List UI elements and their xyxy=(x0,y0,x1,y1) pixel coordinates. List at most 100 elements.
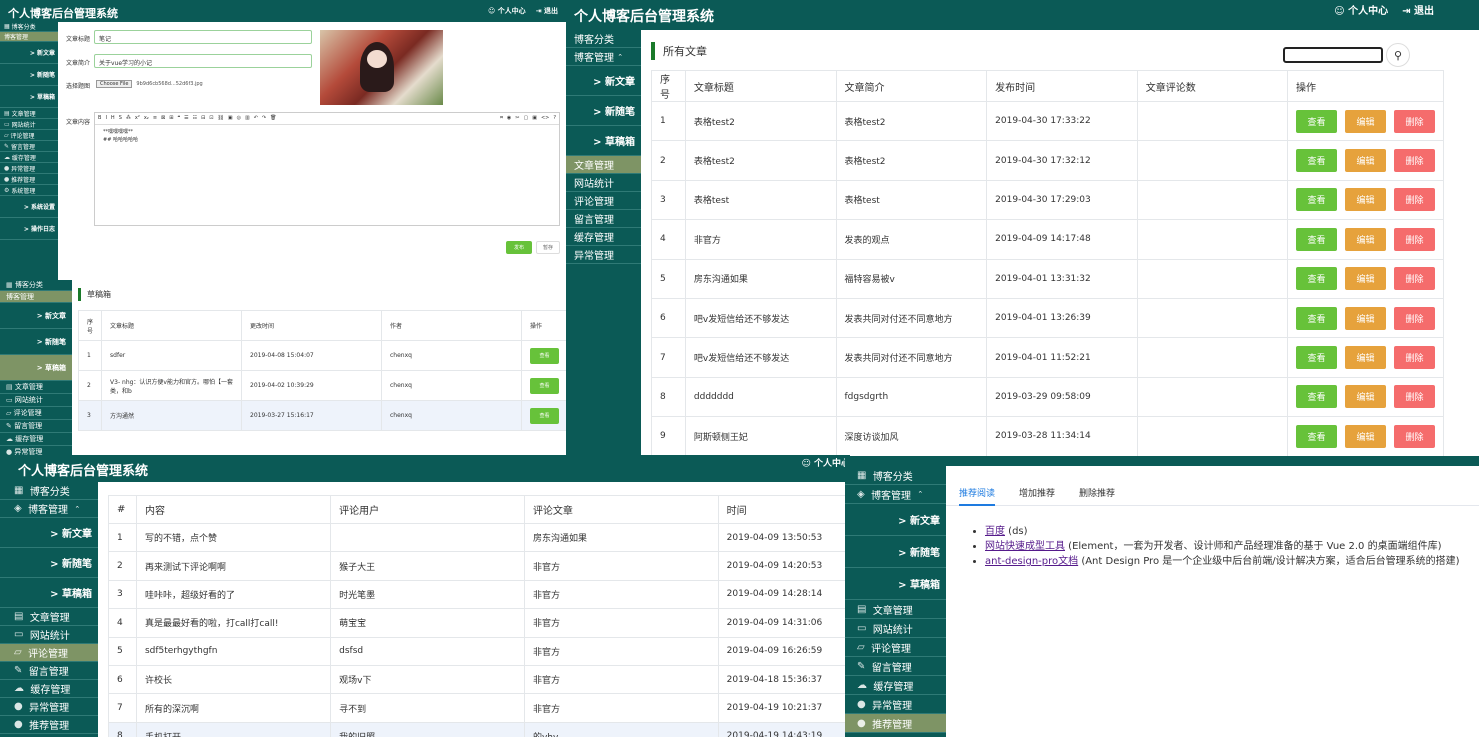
nav-message-manage[interactable]: 留言管理 xyxy=(566,210,641,228)
nav-blog-manage[interactable]: ◈ 博客管理 ⌃ xyxy=(0,500,98,518)
toolbar-button[interactable]: ⌗ xyxy=(500,115,503,122)
nav-cache-manage[interactable]: ☁ 缓存管理 xyxy=(0,433,72,446)
nav-new-note[interactable]: > 新随笔 xyxy=(0,64,58,86)
recommend-link[interactable]: 百度 xyxy=(985,526,1005,537)
view-button[interactable]: 查看 xyxy=(529,377,559,394)
nav-system-settings[interactable]: > 系统设置 xyxy=(0,196,58,218)
nav-message-manage[interactable]: ✎ 留言管理 xyxy=(0,141,58,152)
toolbar-button[interactable]: ▢ xyxy=(523,115,528,122)
publish-button[interactable]: 发布 xyxy=(506,241,532,254)
view-button[interactable]: 查看 xyxy=(529,347,559,364)
delete-button[interactable]: 删除 xyxy=(1393,424,1435,448)
edit-button[interactable]: 编辑 xyxy=(1344,267,1386,291)
delete-button[interactable]: 删除 xyxy=(1393,306,1435,330)
nav-site-stats[interactable]: ▭ 网站统计 xyxy=(0,394,72,407)
toolbar-button[interactable]: ✂ xyxy=(515,115,519,122)
title-input[interactable]: 笔记 xyxy=(94,30,312,44)
toolbar-button[interactable]: ⊡ xyxy=(209,115,213,122)
toolbar-button[interactable]: ⁂ xyxy=(126,115,131,122)
profile-link[interactable]: ☺ 个人中心 xyxy=(801,456,850,469)
nav-new-note[interactable]: > 新随笔 xyxy=(0,548,98,578)
delete-button[interactable]: 删除 xyxy=(1393,385,1435,409)
delete-button[interactable]: 删除 xyxy=(1393,109,1435,133)
nav-message-manage[interactable]: ✎ 留言管理 xyxy=(845,657,946,676)
save-draft-button[interactable]: 暂存 xyxy=(536,241,560,254)
nav-article-manage[interactable]: 文章管理 xyxy=(566,156,641,174)
view-button[interactable]: 查看 xyxy=(529,407,559,424)
nav-blog-category[interactable]: ▦ 博客分类 xyxy=(0,280,72,291)
toolbar-button[interactable]: ⊞ xyxy=(169,115,173,122)
toolbar-button[interactable]: x² xyxy=(135,115,140,122)
nav-drafts[interactable]: > 草稿箱 xyxy=(845,568,946,600)
edit-button[interactable]: 编辑 xyxy=(1344,227,1386,251)
summary-input[interactable]: 关于vue学习的小记 xyxy=(94,54,312,68)
nav-new-note[interactable]: > 新随笔 xyxy=(566,96,641,126)
search-button[interactable]: ⚲ xyxy=(1386,43,1410,67)
tab-recommend-read[interactable]: 推荐阅读 xyxy=(959,480,996,506)
nav-blog-manage[interactable]: 博客管理 xyxy=(0,32,58,42)
edit-button[interactable]: 编辑 xyxy=(1344,149,1386,173)
toolbar-button[interactable]: B xyxy=(98,115,101,122)
profile-link[interactable]: ☺ 个人中心 xyxy=(488,6,526,16)
toolbar-button[interactable]: ≡ xyxy=(153,115,157,122)
edit-button[interactable]: 编辑 xyxy=(1344,188,1386,212)
view-button[interactable]: 查看 xyxy=(1295,149,1337,173)
nav-comment-manage[interactable]: ▱ 评论管理 xyxy=(0,130,58,141)
toolbar-button[interactable]: <> xyxy=(541,115,549,122)
nav-new-article[interactable]: > 新文章 xyxy=(0,42,58,64)
nav-recommend-manage[interactable]: ● 推荐管理 xyxy=(845,714,946,733)
nav-blog-manage[interactable]: ◈ 博客管理 ⌃ xyxy=(845,485,946,504)
toolbar-button[interactable]: ? xyxy=(553,115,556,122)
nav-blog-category[interactable]: ▦ 博客分类 xyxy=(0,482,98,500)
nav-site-stats[interactable]: ▭ 网站统计 xyxy=(0,626,98,644)
nav-exception-manage[interactable]: ● 异常管理 xyxy=(0,446,72,455)
nav-message-manage[interactable]: ✎ 留言管理 xyxy=(0,662,98,680)
nav-operation-log[interactable]: > 操作日志 xyxy=(0,218,58,240)
toolbar-button[interactable]: ▣ xyxy=(532,115,537,122)
nav-cache-manage[interactable]: ☁ 缓存管理 xyxy=(845,676,946,695)
search-input[interactable] xyxy=(1283,47,1383,63)
toolbar-button[interactable]: S xyxy=(119,115,122,122)
nav-blog-category[interactable]: 博客分类 xyxy=(566,30,641,48)
nav-drafts[interactable]: > 草稿箱 xyxy=(0,355,72,381)
toolbar-button[interactable]: ⊟ xyxy=(201,115,205,122)
nav-site-stats[interactable]: ▭ 网站统计 xyxy=(845,619,946,638)
nav-cache-manage[interactable]: ☁ 缓存管理 xyxy=(0,152,58,163)
nav-recommend-manage[interactable]: ● 推荐管理 xyxy=(0,716,98,734)
edit-button[interactable]: 编辑 xyxy=(1344,385,1386,409)
view-button[interactable]: 查看 xyxy=(1295,385,1337,409)
nav-article-manage[interactable]: ▤ 文章管理 xyxy=(845,600,946,619)
view-button[interactable]: 查看 xyxy=(1295,227,1337,251)
nav-blog-manage[interactable]: 博客管理 ⌃ xyxy=(566,48,641,66)
toolbar-button[interactable]: ⛓ xyxy=(218,115,224,122)
nav-comment-manage[interactable]: ▱ 评论管理 xyxy=(0,407,72,420)
markdown-editor[interactable]: B I H S ⁂ x² x₂ ≡ ⊠ ⊞ ❝ ☰ ☷ ⊟ ⊡ ⛓ ▣ ◎ ▥ ↶ ↷ 🗑 ⌗ ◉ ✂ ▢ ▣ <>? **嘿嘿嘿嘿… xyxy=(94,112,560,226)
nav-site-stats[interactable]: 网站统计 xyxy=(566,174,641,192)
logout-link[interactable]: ⇥ 退出 xyxy=(1402,2,1434,17)
toolbar-button[interactable]: ▥ xyxy=(245,115,250,122)
delete-button[interactable]: 删除 xyxy=(1393,267,1435,291)
toolbar-button[interactable]: H xyxy=(111,115,115,122)
nav-comment-manage[interactable]: ▱ 评论管理 xyxy=(845,638,946,657)
nav-exception-manage[interactable]: ● 异常管理 xyxy=(0,163,58,174)
choose-file-button[interactable]: Choose File xyxy=(96,80,133,88)
recommend-link[interactable]: ant-design-pro文档 xyxy=(985,556,1078,567)
toolbar-button[interactable]: ◉ xyxy=(507,115,511,122)
delete-button[interactable]: 删除 xyxy=(1393,149,1435,173)
nav-new-article[interactable]: > 新文章 xyxy=(0,518,98,548)
view-button[interactable]: 查看 xyxy=(1295,346,1337,370)
edit-button[interactable]: 编辑 xyxy=(1344,424,1386,448)
toolbar-button[interactable]: I xyxy=(105,115,106,122)
delete-button[interactable]: 删除 xyxy=(1393,227,1435,251)
toolbar-button[interactable]: x₂ xyxy=(144,115,149,122)
nav-new-article[interactable]: > 新文章 xyxy=(0,303,72,329)
nav-blog-category[interactable]: ▦ 博客分类 xyxy=(0,22,58,32)
nav-message-manage[interactable]: ✎ 留言管理 xyxy=(0,420,72,433)
delete-button[interactable]: 删除 xyxy=(1393,346,1435,370)
toolbar-button[interactable]: 🗑 xyxy=(270,115,276,122)
edit-button[interactable]: 编辑 xyxy=(1344,346,1386,370)
view-button[interactable]: 查看 xyxy=(1295,306,1337,330)
toolbar-button[interactable]: ◎ xyxy=(237,115,241,122)
nav-drafts[interactable]: > 草稿箱 xyxy=(0,86,58,108)
nav-article-manage[interactable]: ▤ 文章管理 xyxy=(0,608,98,626)
